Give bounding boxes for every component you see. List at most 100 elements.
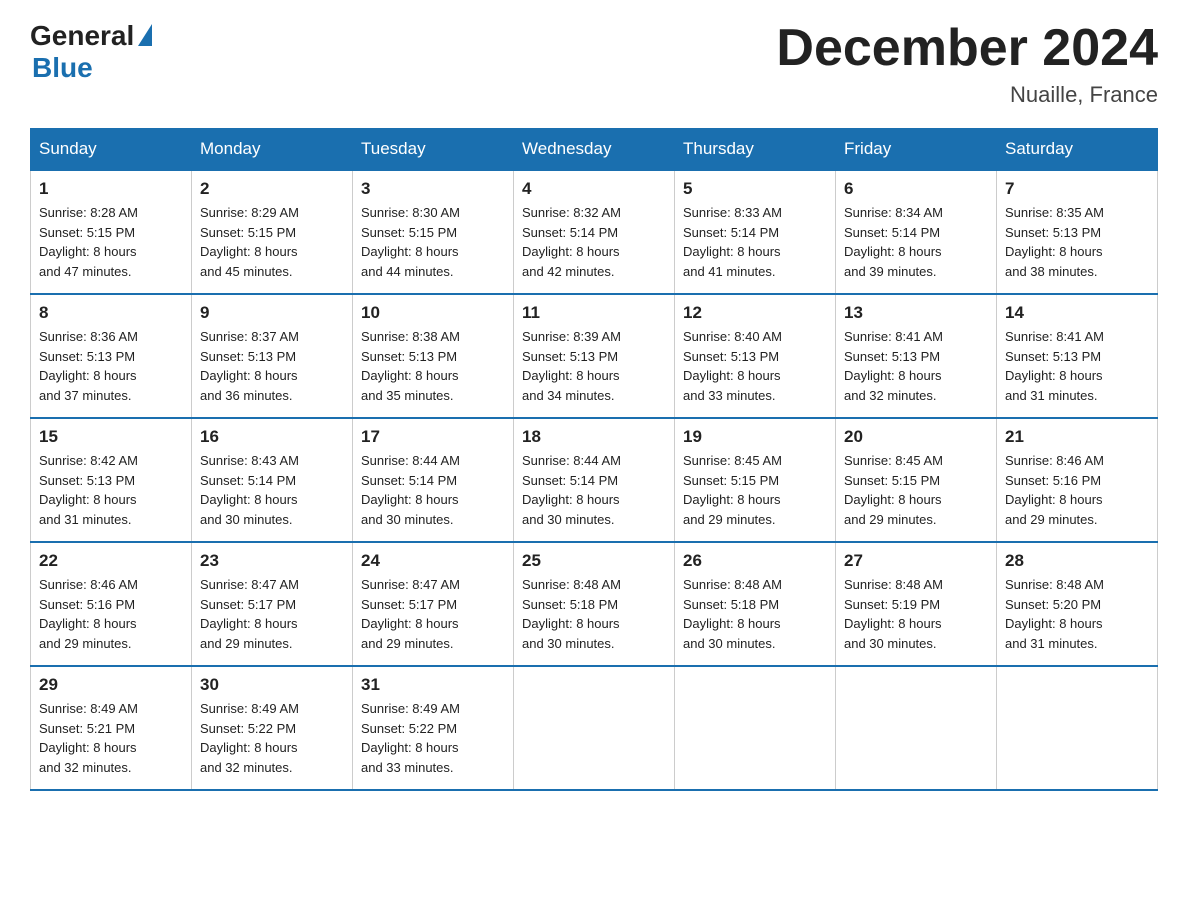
day-number: 24 [361, 551, 505, 571]
calendar-week-row: 1 Sunrise: 8:28 AMSunset: 5:15 PMDaylight… [31, 170, 1158, 294]
day-number: 14 [1005, 303, 1149, 323]
calendar-cell: 1 Sunrise: 8:28 AMSunset: 5:15 PMDaylight… [31, 170, 192, 294]
day-number: 2 [200, 179, 344, 199]
calendar-cell: 31 Sunrise: 8:49 AMSunset: 5:22 PMDayligh… [353, 666, 514, 790]
day-number: 30 [200, 675, 344, 695]
day-number: 23 [200, 551, 344, 571]
day-info: Sunrise: 8:34 AMSunset: 5:14 PMDaylight:… [844, 203, 988, 281]
day-info: Sunrise: 8:33 AMSunset: 5:14 PMDaylight:… [683, 203, 827, 281]
calendar-cell: 28 Sunrise: 8:48 AMSunset: 5:20 PMDayligh… [997, 542, 1158, 666]
day-info: Sunrise: 8:49 AMSunset: 5:22 PMDaylight:… [361, 699, 505, 777]
logo-triangle-icon [138, 24, 152, 46]
calendar-cell: 18 Sunrise: 8:44 AMSunset: 5:14 PMDayligh… [514, 418, 675, 542]
day-info: Sunrise: 8:42 AMSunset: 5:13 PMDaylight:… [39, 451, 183, 529]
header-monday: Monday [192, 129, 353, 171]
calendar-cell: 26 Sunrise: 8:48 AMSunset: 5:18 PMDayligh… [675, 542, 836, 666]
calendar-week-row: 29Sunrise: 8:49 AMSunset: 5:21 PMDayligh… [31, 666, 1158, 790]
day-number: 11 [522, 303, 666, 323]
calendar-week-row: 22 Sunrise: 8:46 AMSunset: 5:16 PMDayligh… [31, 542, 1158, 666]
day-info: Sunrise: 8:46 AMSunset: 5:16 PMDaylight:… [1005, 451, 1149, 529]
calendar-cell: 27Sunrise: 8:48 AMSunset: 5:19 PMDayligh… [836, 542, 997, 666]
calendar-cell [836, 666, 997, 790]
calendar-cell: 11Sunrise: 8:39 AMSunset: 5:13 PMDayligh… [514, 294, 675, 418]
logo-general-text: General [30, 20, 134, 52]
calendar-table: SundayMondayTuesdayWednesdayThursdayFrid… [30, 128, 1158, 791]
day-number: 26 [683, 551, 827, 571]
calendar-cell: 4 Sunrise: 8:32 AMSunset: 5:14 PMDaylight… [514, 170, 675, 294]
page-header: General Blue December 2024 Nuaille, Fran… [30, 20, 1158, 108]
calendar-cell: 20Sunrise: 8:45 AMSunset: 5:15 PMDayligh… [836, 418, 997, 542]
calendar-cell [675, 666, 836, 790]
day-info: Sunrise: 8:47 AMSunset: 5:17 PMDaylight:… [200, 575, 344, 653]
calendar-week-row: 8Sunrise: 8:36 AMSunset: 5:13 PMDaylight… [31, 294, 1158, 418]
day-number: 9 [200, 303, 344, 323]
day-info: Sunrise: 8:28 AMSunset: 5:15 PMDaylight:… [39, 203, 183, 281]
day-info: Sunrise: 8:48 AMSunset: 5:18 PMDaylight:… [522, 575, 666, 653]
calendar-cell: 7 Sunrise: 8:35 AMSunset: 5:13 PMDaylight… [997, 170, 1158, 294]
calendar-cell: 21 Sunrise: 8:46 AMSunset: 5:16 PMDayligh… [997, 418, 1158, 542]
day-number: 3 [361, 179, 505, 199]
day-number: 18 [522, 427, 666, 447]
calendar-cell: 24Sunrise: 8:47 AMSunset: 5:17 PMDayligh… [353, 542, 514, 666]
day-number: 4 [522, 179, 666, 199]
day-info: Sunrise: 8:49 AMSunset: 5:22 PMDaylight:… [200, 699, 344, 777]
calendar-cell: 8Sunrise: 8:36 AMSunset: 5:13 PMDaylight… [31, 294, 192, 418]
day-number: 29 [39, 675, 183, 695]
day-info: Sunrise: 8:29 AMSunset: 5:15 PMDaylight:… [200, 203, 344, 281]
day-number: 28 [1005, 551, 1149, 571]
location-subtitle: Nuaille, France [776, 82, 1158, 108]
calendar-cell: 13Sunrise: 8:41 AMSunset: 5:13 PMDayligh… [836, 294, 997, 418]
day-number: 25 [522, 551, 666, 571]
day-info: Sunrise: 8:44 AMSunset: 5:14 PMDaylight:… [361, 451, 505, 529]
day-number: 7 [1005, 179, 1149, 199]
calendar-cell: 29Sunrise: 8:49 AMSunset: 5:21 PMDayligh… [31, 666, 192, 790]
calendar-cell: 10Sunrise: 8:38 AMSunset: 5:13 PMDayligh… [353, 294, 514, 418]
day-info: Sunrise: 8:44 AMSunset: 5:14 PMDaylight:… [522, 451, 666, 529]
calendar-cell: 5 Sunrise: 8:33 AMSunset: 5:14 PMDaylight… [675, 170, 836, 294]
day-number: 21 [1005, 427, 1149, 447]
calendar-cell: 15Sunrise: 8:42 AMSunset: 5:13 PMDayligh… [31, 418, 192, 542]
day-info: Sunrise: 8:41 AMSunset: 5:13 PMDaylight:… [1005, 327, 1149, 405]
day-info: Sunrise: 8:32 AMSunset: 5:14 PMDaylight:… [522, 203, 666, 281]
day-info: Sunrise: 8:48 AMSunset: 5:18 PMDaylight:… [683, 575, 827, 653]
day-info: Sunrise: 8:38 AMSunset: 5:13 PMDaylight:… [361, 327, 505, 405]
day-info: Sunrise: 8:40 AMSunset: 5:13 PMDaylight:… [683, 327, 827, 405]
header-saturday: Saturday [997, 129, 1158, 171]
calendar-cell: 9Sunrise: 8:37 AMSunset: 5:13 PMDaylight… [192, 294, 353, 418]
calendar-week-row: 15Sunrise: 8:42 AMSunset: 5:13 PMDayligh… [31, 418, 1158, 542]
day-number: 17 [361, 427, 505, 447]
day-info: Sunrise: 8:45 AMSunset: 5:15 PMDaylight:… [683, 451, 827, 529]
day-info: Sunrise: 8:30 AMSunset: 5:15 PMDaylight:… [361, 203, 505, 281]
calendar-cell: 23 Sunrise: 8:47 AMSunset: 5:17 PMDayligh… [192, 542, 353, 666]
calendar-cell: 22 Sunrise: 8:46 AMSunset: 5:16 PMDayligh… [31, 542, 192, 666]
calendar-cell: 19 Sunrise: 8:45 AMSunset: 5:15 PMDayligh… [675, 418, 836, 542]
calendar-header-row: SundayMondayTuesdayWednesdayThursdayFrid… [31, 129, 1158, 171]
calendar-cell: 17 Sunrise: 8:44 AMSunset: 5:14 PMDayligh… [353, 418, 514, 542]
logo: General Blue [30, 20, 152, 84]
day-info: Sunrise: 8:43 AMSunset: 5:14 PMDaylight:… [200, 451, 344, 529]
calendar-cell: 12 Sunrise: 8:40 AMSunset: 5:13 PMDayligh… [675, 294, 836, 418]
day-info: Sunrise: 8:48 AMSunset: 5:20 PMDaylight:… [1005, 575, 1149, 653]
header-wednesday: Wednesday [514, 129, 675, 171]
calendar-cell: 2 Sunrise: 8:29 AMSunset: 5:15 PMDaylight… [192, 170, 353, 294]
day-number: 20 [844, 427, 988, 447]
day-number: 6 [844, 179, 988, 199]
day-number: 5 [683, 179, 827, 199]
day-number: 19 [683, 427, 827, 447]
header-thursday: Thursday [675, 129, 836, 171]
day-info: Sunrise: 8:35 AMSunset: 5:13 PMDaylight:… [1005, 203, 1149, 281]
header-sunday: Sunday [31, 129, 192, 171]
day-info: Sunrise: 8:46 AMSunset: 5:16 PMDaylight:… [39, 575, 183, 653]
calendar-cell: 30 Sunrise: 8:49 AMSunset: 5:22 PMDayligh… [192, 666, 353, 790]
header-tuesday: Tuesday [353, 129, 514, 171]
month-title: December 2024 [776, 20, 1158, 77]
calendar-cell: 14 Sunrise: 8:41 AMSunset: 5:13 PMDayligh… [997, 294, 1158, 418]
day-number: 1 [39, 179, 183, 199]
calendar-cell: 25 Sunrise: 8:48 AMSunset: 5:18 PMDayligh… [514, 542, 675, 666]
day-number: 27 [844, 551, 988, 571]
day-info: Sunrise: 8:36 AMSunset: 5:13 PMDaylight:… [39, 327, 183, 405]
day-number: 12 [683, 303, 827, 323]
day-number: 22 [39, 551, 183, 571]
day-number: 31 [361, 675, 505, 695]
calendar-cell: 16Sunrise: 8:43 AMSunset: 5:14 PMDayligh… [192, 418, 353, 542]
